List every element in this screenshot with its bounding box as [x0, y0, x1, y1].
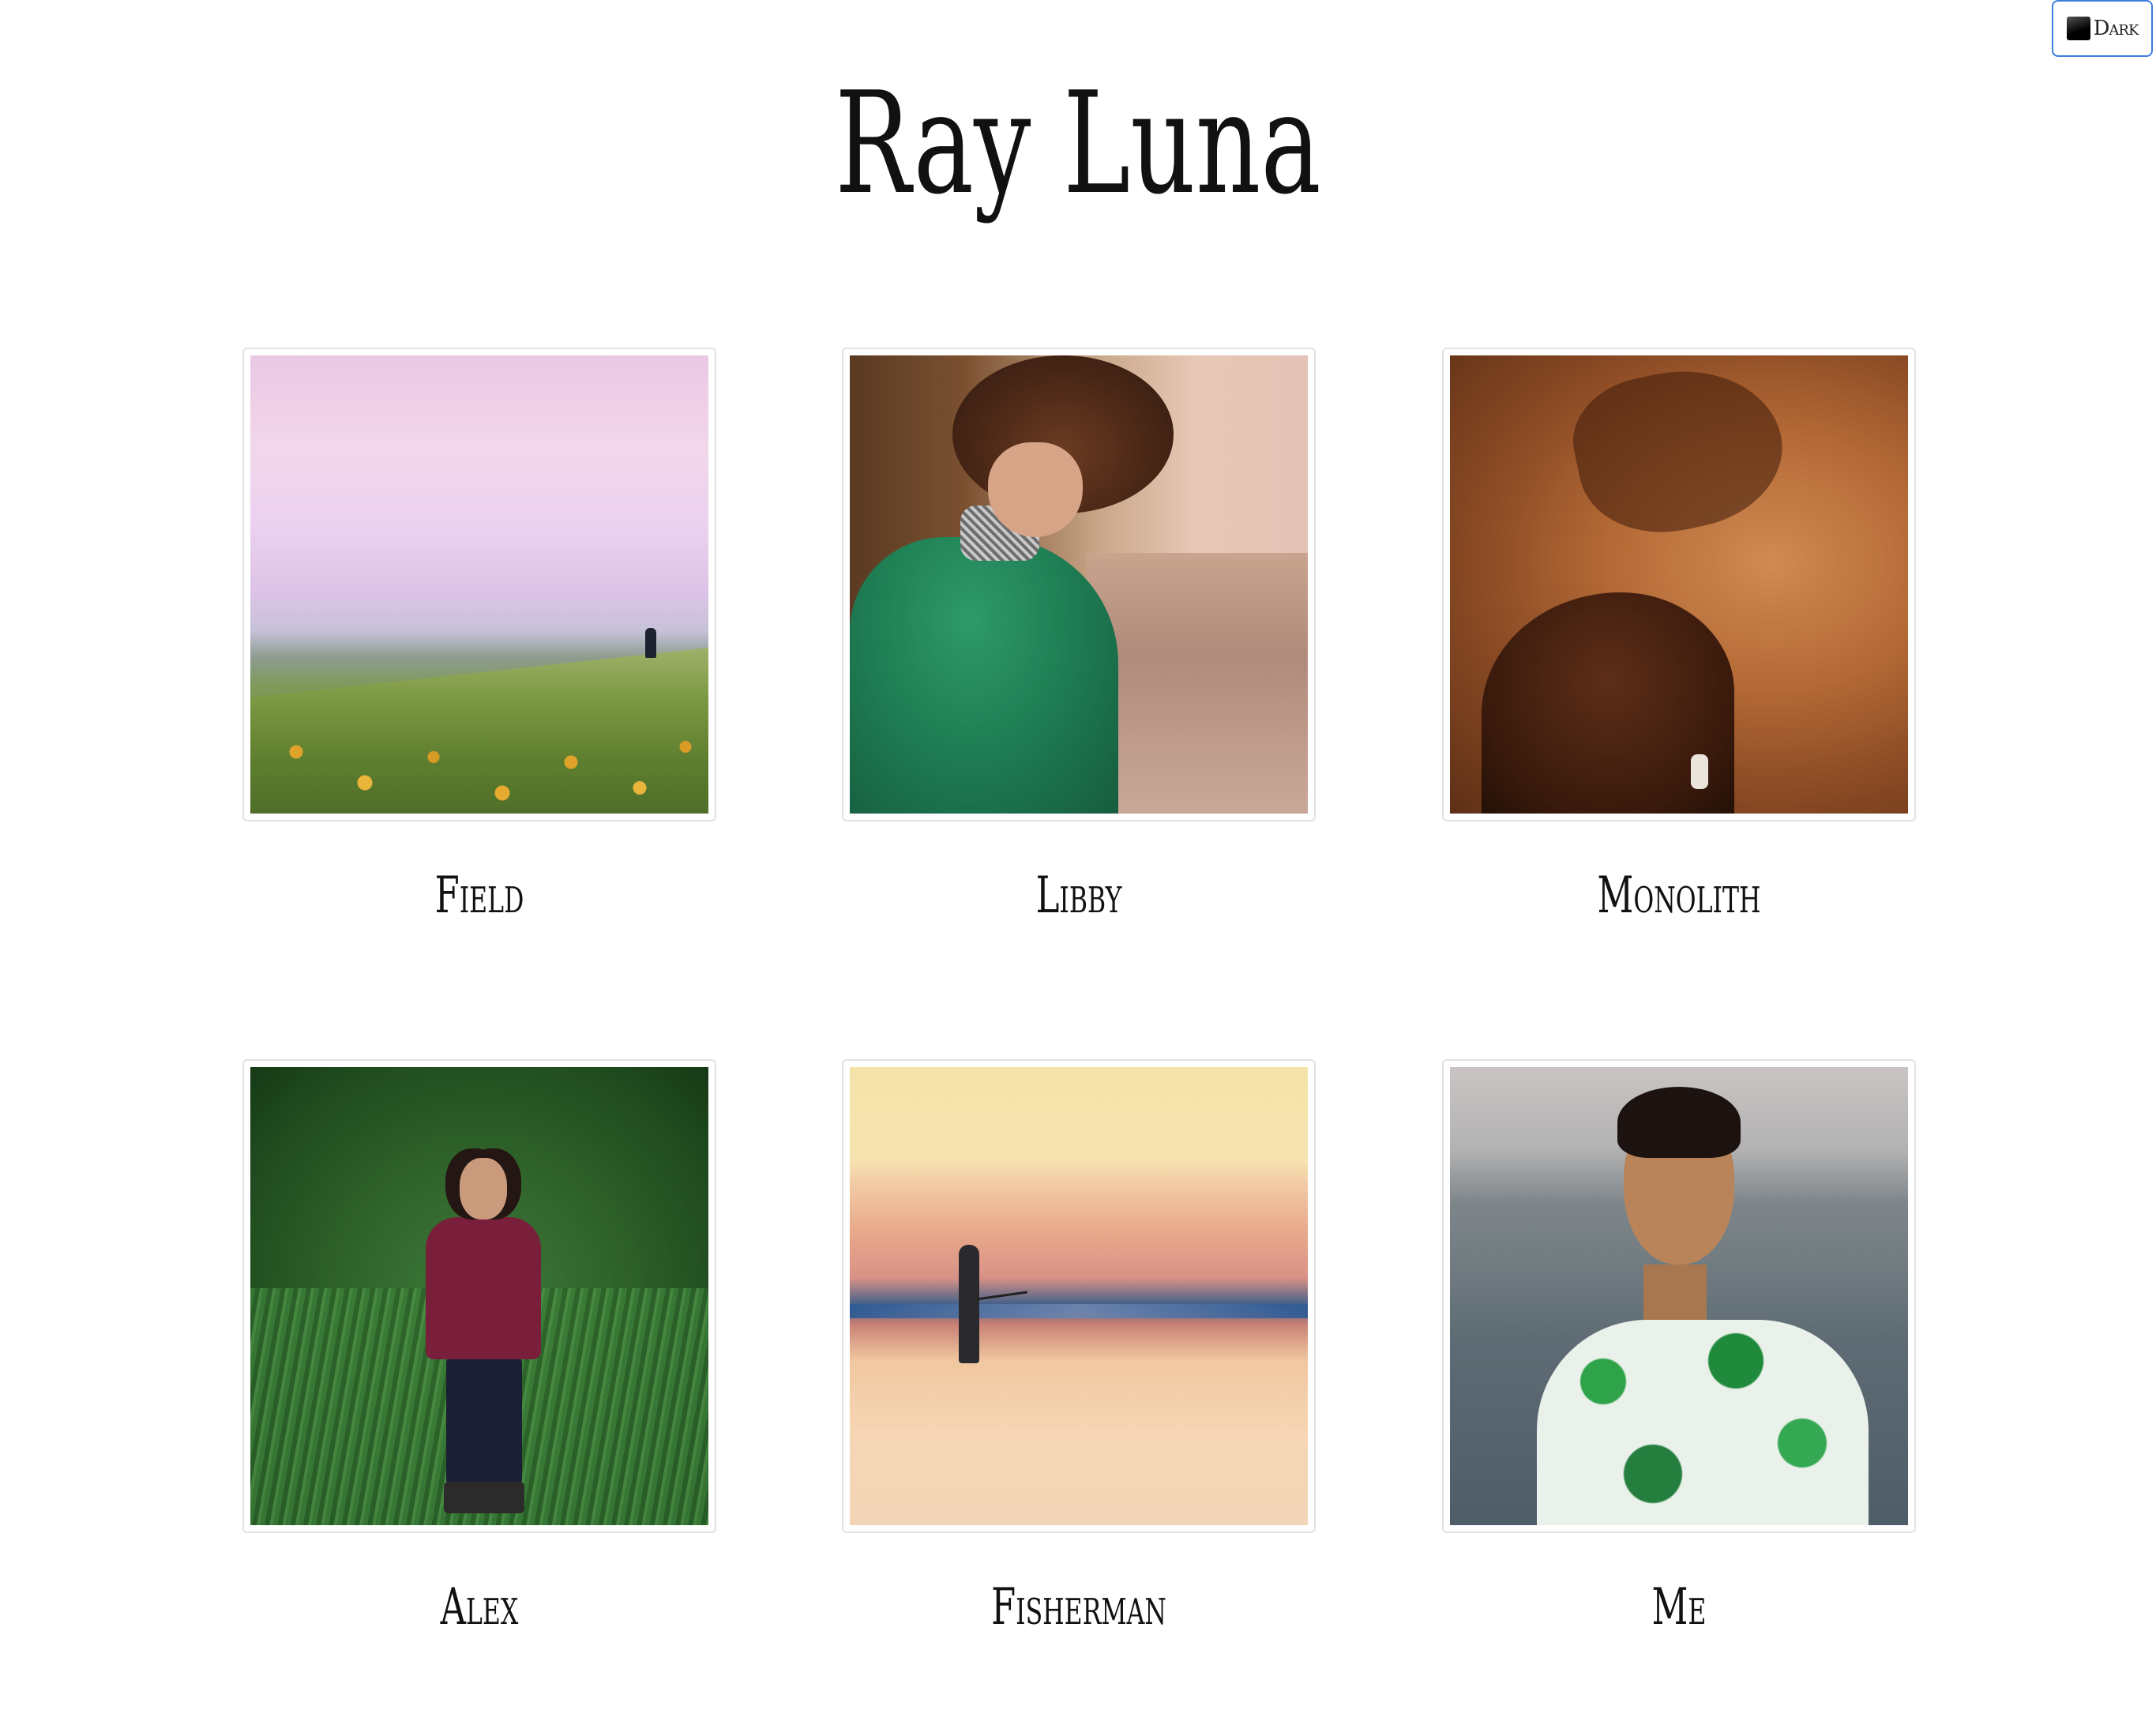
gallery-item-me: Me	[1442, 1059, 1916, 1636]
caption-field[interactable]: Field	[314, 867, 645, 924]
photo-libby	[850, 355, 1308, 814]
gallery-item-alex: Alex	[242, 1059, 716, 1636]
photo-link-field[interactable]	[242, 348, 716, 821]
photo-link-fisherman[interactable]	[842, 1059, 1316, 1533]
caption-libby[interactable]: Libby	[913, 867, 1245, 924]
caption-monolith[interactable]: Monolith	[1513, 867, 1845, 924]
photo-monolith	[1450, 355, 1908, 814]
photo-alex	[250, 1067, 708, 1525]
photo-fisherman	[850, 1067, 1308, 1525]
gallery-item-libby: Libby	[842, 348, 1316, 924]
photo-me	[1450, 1067, 1908, 1525]
page: Dark Ray Luna Field Libby Monolith Alex …	[0, 0, 2156, 1725]
photo-link-me[interactable]	[1442, 1059, 1916, 1533]
gallery-item-fisherman: Fisherman	[842, 1059, 1316, 1636]
photo-link-monolith[interactable]	[1442, 348, 1916, 821]
photo-gallery: Field Libby Monolith Alex Fisherman Me	[0, 0, 2156, 1725]
caption-alex[interactable]: Alex	[314, 1579, 645, 1636]
photo-field	[250, 355, 708, 814]
gallery-item-field: Field	[242, 348, 716, 924]
photo-link-libby[interactable]	[842, 348, 1316, 821]
caption-me[interactable]: Me	[1513, 1579, 1845, 1636]
gallery-item-monolith: Monolith	[1442, 348, 1916, 924]
caption-fisherman[interactable]: Fisherman	[913, 1579, 1245, 1636]
photo-link-alex[interactable]	[242, 1059, 716, 1533]
